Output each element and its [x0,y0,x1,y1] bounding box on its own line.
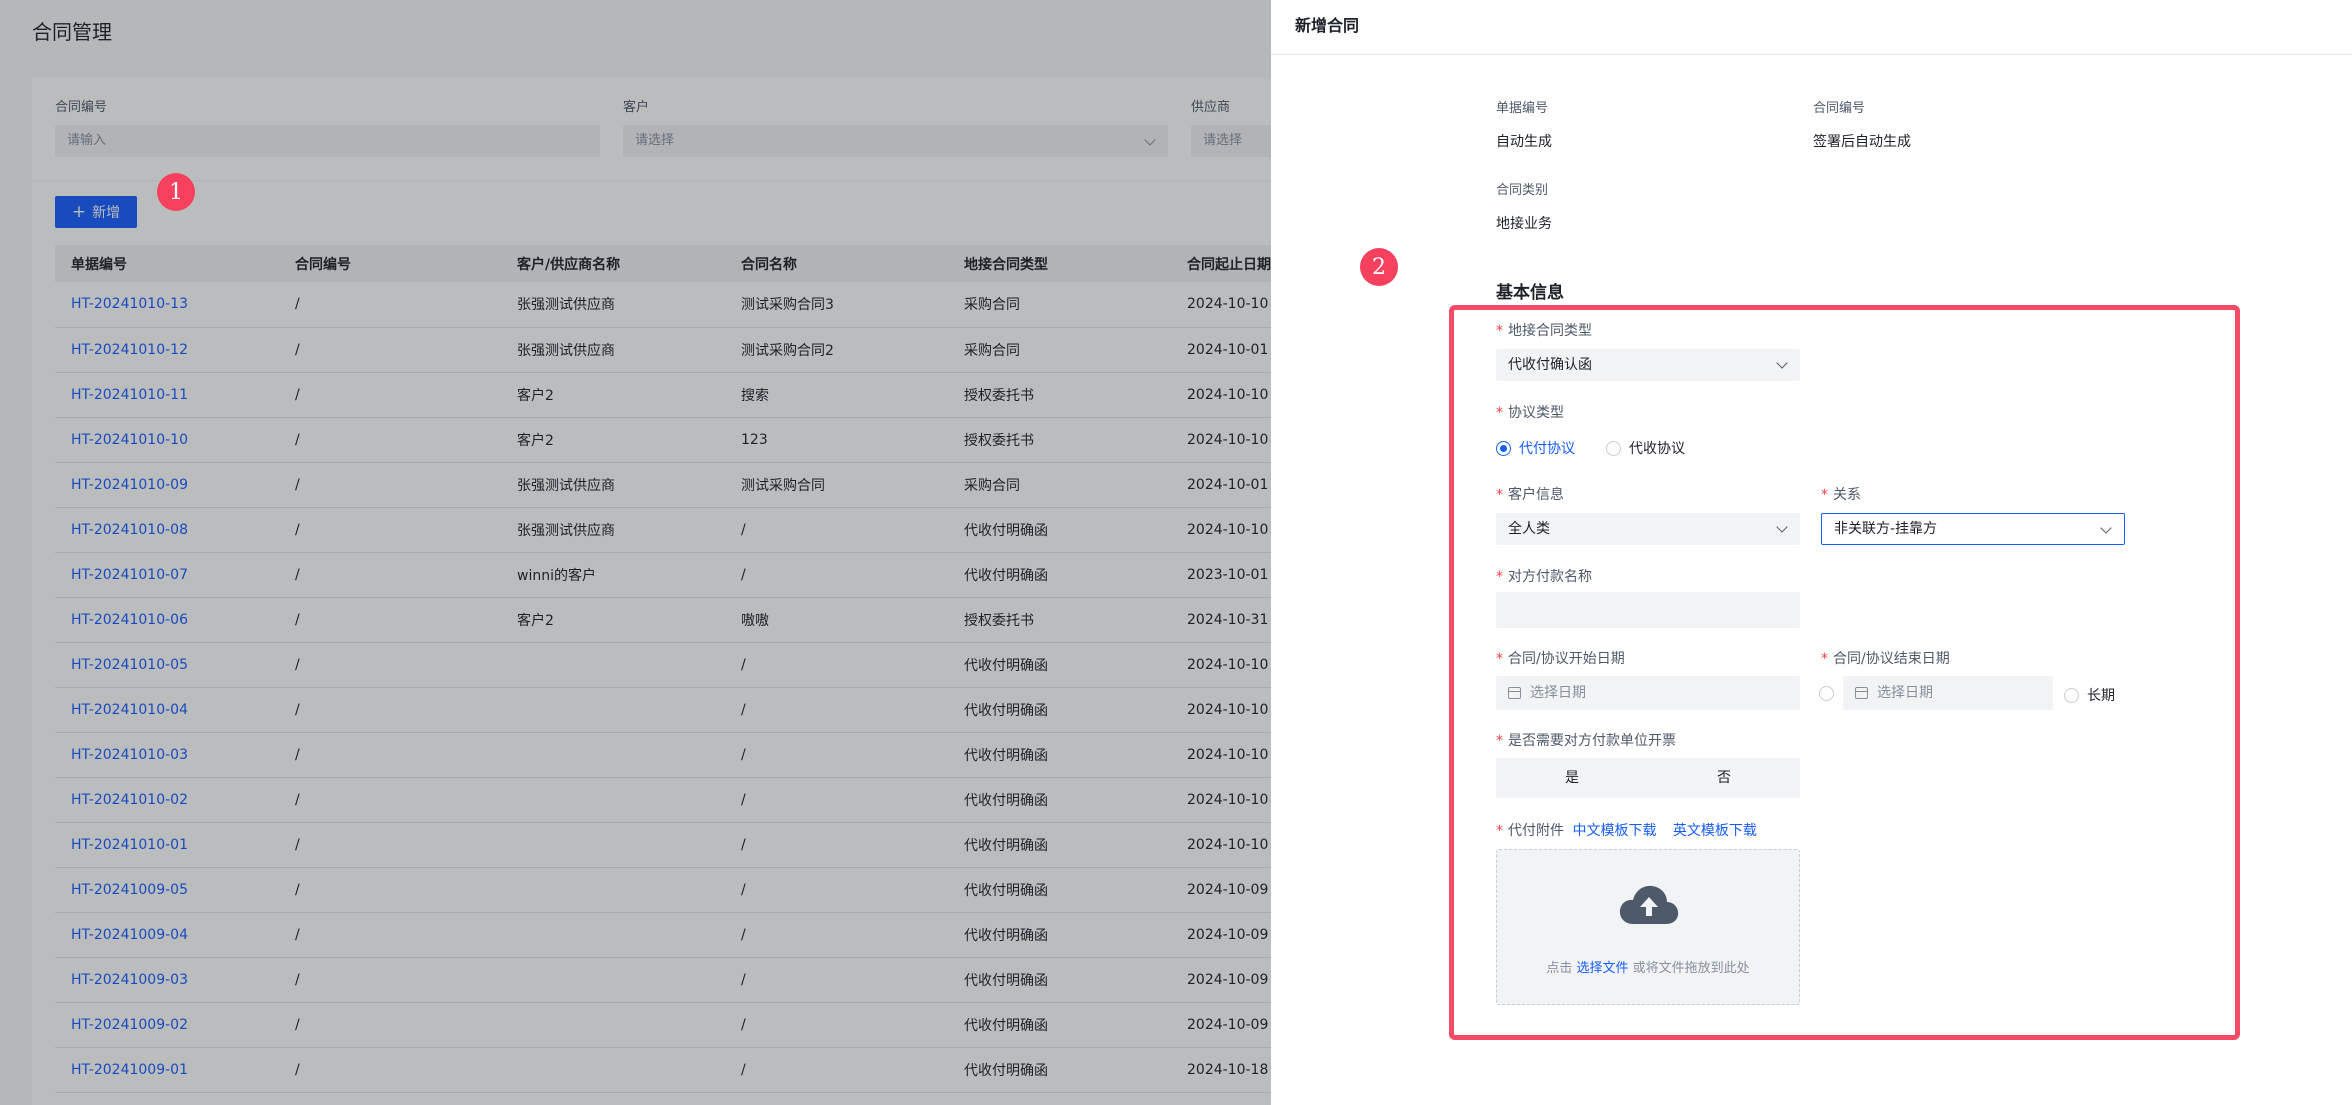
calendar-icon [1508,687,1521,699]
invoice-segmented-control: 是 否 [1496,758,1800,798]
field-label: 合同编号 [1813,101,1866,116]
file-upload-dropzone[interactable]: 点击 选择文件 或将文件拖放到此处 [1496,849,1800,1005]
chevron-down-icon [1776,357,1788,369]
radio-checked-icon[interactable] [1496,440,1511,456]
start-date-label: * 合同/协议开始日期 [1496,651,1625,667]
attachment-label: * 代付附件 中文模板下载 英文模板下载 [1496,823,1757,839]
invoice-option-yes[interactable]: 是 [1496,758,1648,798]
drawer-title: 新增合同 [1271,0,2352,55]
step-badge-2: 2 [1360,248,1398,286]
modal-overlay[interactable] [0,0,1271,1105]
radio-option-pay[interactable]: 代付协议 [1496,438,1575,458]
end-date-radio[interactable] [1819,686,1834,701]
cn-template-download-link[interactable]: 中文模板下载 [1572,823,1656,839]
cloud-upload-icon [1619,885,1679,924]
radio-option-collect[interactable]: 代收协议 [1606,438,1685,458]
field-value: 自动生成 [1496,134,1552,150]
long-term-option[interactable]: 长期 [2064,685,2115,705]
add-contract-drawer: 新增合同 单据编号 自动生成 合同编号 签署后自动生成 合同类别 地接业务 2 … [1271,0,2352,1105]
en-template-download-link[interactable]: 英文模板下载 [1673,823,1757,839]
step-badge-1: 1 [157,173,195,211]
relation-label: * 关系 [1821,487,1861,503]
field-value: 签署后自动生成 [1813,134,1911,150]
start-date-picker[interactable]: 选择日期 [1496,676,1800,710]
field-value: 地接业务 [1496,216,1552,232]
payer-name-input[interactable] [1496,592,1800,628]
radio-unchecked-icon[interactable] [2064,687,2079,703]
end-date-picker[interactable]: 选择日期 [1843,676,2053,710]
customer-info-select[interactable]: 全人类 [1496,513,1800,545]
contract-type-label: * 地接合同类型 [1496,323,1592,339]
calendar-icon [1855,687,1868,699]
relation-select[interactable]: 非关联方-挂靠方 [1821,513,2125,545]
contract-type-select[interactable]: 代收付确认函 [1496,349,1800,381]
invoice-label: * 是否需要对方付款单位开票 [1496,733,1676,749]
field-label: 合同类别 [1496,183,1549,198]
doc-no-field: 单据编号 自动生成 [1496,97,1552,151]
chevron-down-icon [1776,521,1788,533]
chevron-down-icon [2100,522,2112,534]
category-field: 合同类别 地接业务 [1496,179,1552,233]
customer-info-label: * 客户信息 [1496,487,1564,503]
radio-unchecked-icon[interactable] [1606,440,1621,456]
invoice-option-no[interactable]: 否 [1648,758,1800,798]
field-label: 单据编号 [1496,101,1549,116]
section-title-basic-info: 基本信息 [1496,283,1564,303]
upload-hint: 点击 选择文件 或将文件拖放到此处 [1546,961,1750,976]
end-date-label: * 合同/协议结束日期 [1821,651,1950,667]
payer-name-label: * 对方付款名称 [1496,569,1592,585]
agreement-type-label: * 协议类型 [1496,405,1564,421]
contract-no-field: 合同编号 签署后自动生成 [1813,97,1911,151]
select-file-link[interactable]: 选择文件 [1576,961,1628,976]
